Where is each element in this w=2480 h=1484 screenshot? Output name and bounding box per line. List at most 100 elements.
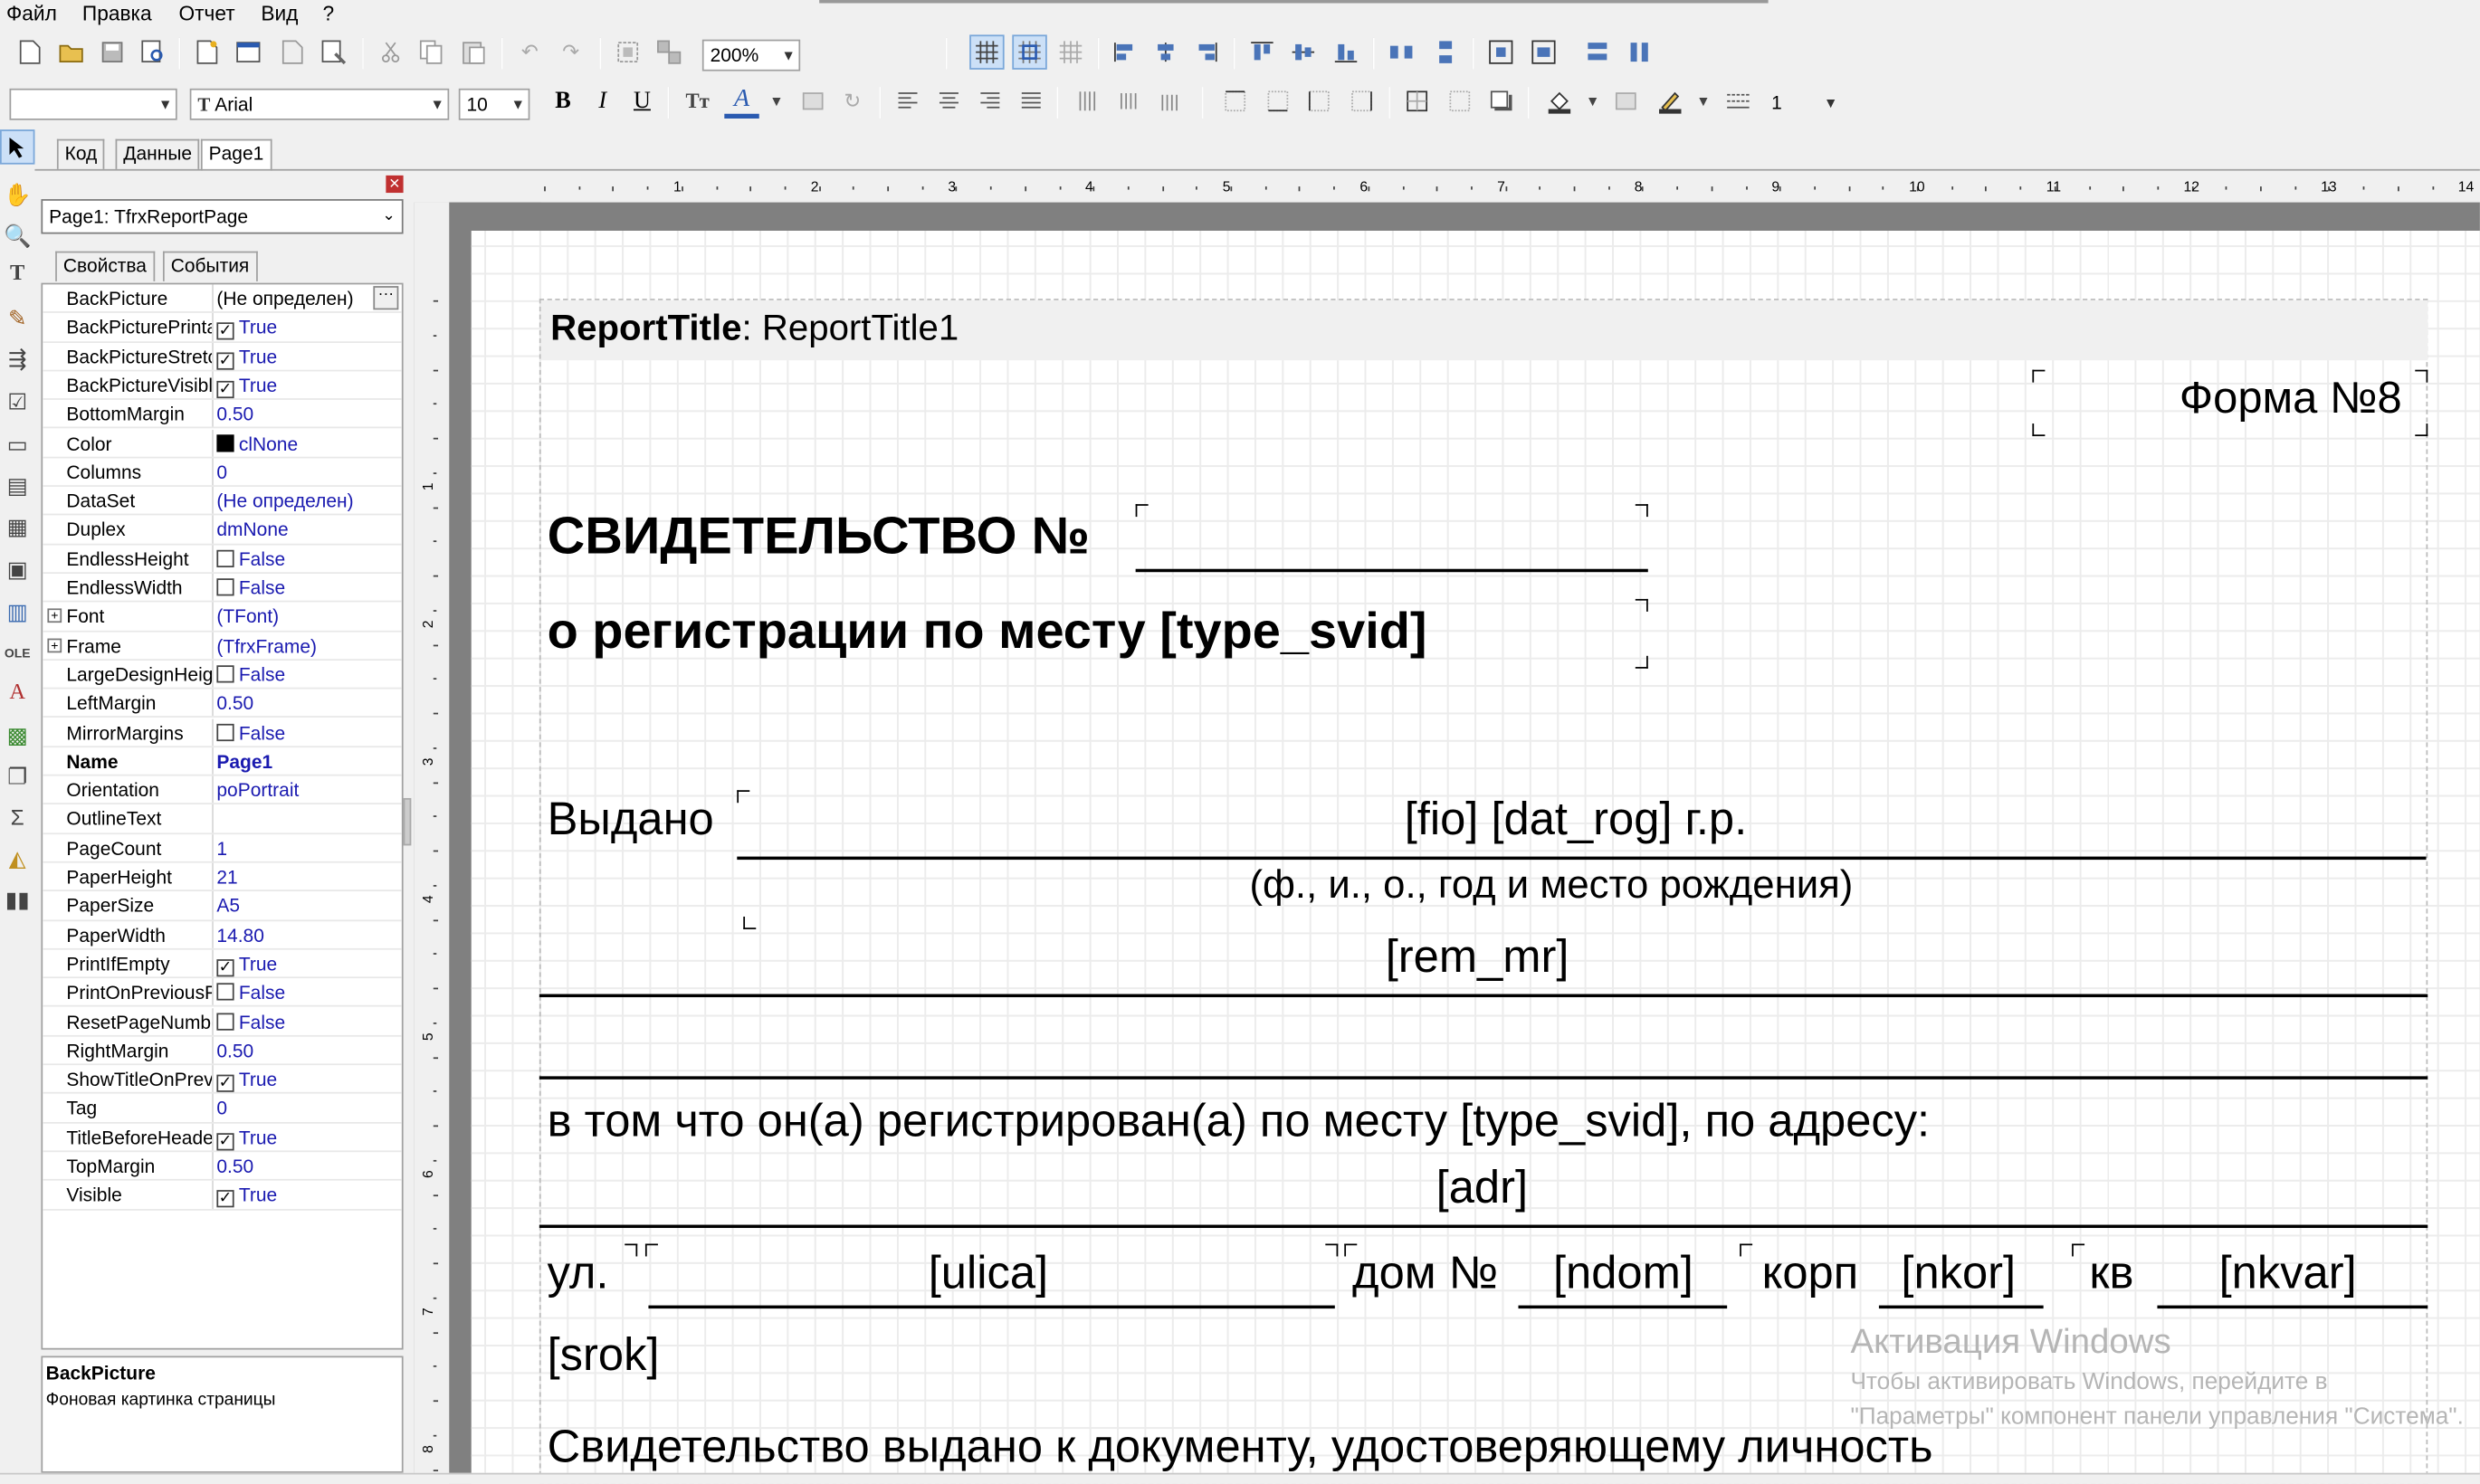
font-size-select[interactable]: 10 ▼ <box>458 88 530 120</box>
frame-style-icon[interactable] <box>1721 84 1755 119</box>
property-value[interactable]: ✓ True <box>216 346 277 369</box>
property-value[interactable]: Page1 <box>216 750 272 772</box>
valign-top-icon[interactable] <box>1071 84 1105 119</box>
certificate-title[interactable]: СВИДЕТЕЛЬСТВО № <box>548 506 1090 566</box>
checkbox-checked-icon[interactable]: ✓ <box>216 322 234 341</box>
frame-bottom-icon[interactable] <box>1261 84 1295 119</box>
space-vertical-icon[interactable] <box>1428 34 1463 69</box>
property-value[interactable]: False <box>216 982 285 1004</box>
property-row[interactable]: EndlessWidth False <box>43 573 402 603</box>
property-row[interactable]: Duplex dmNone <box>43 516 402 545</box>
delete-page-icon[interactable] <box>275 34 310 69</box>
property-value[interactable]: False <box>216 1011 285 1032</box>
property-row[interactable]: BackPicture (Не определен) ··· <box>43 284 402 314</box>
band-header[interactable]: ReportTitle: ReportTitle1 <box>540 300 2428 361</box>
issued-label[interactable]: Выдано <box>548 794 714 847</box>
property-value[interactable]: poPortrait <box>216 779 299 801</box>
street-field[interactable]: [ulica] <box>929 1249 1048 1301</box>
undo-icon[interactable]: ↶ <box>512 34 547 69</box>
checkbox-icon[interactable] <box>216 665 234 683</box>
certificate-subtitle[interactable]: о регистрации по месту [type_svid] <box>548 602 1427 661</box>
tab-events[interactable]: События <box>162 251 258 281</box>
fit-to-grid-icon[interactable] <box>1054 34 1088 69</box>
new-report-icon[interactable] <box>13 34 47 69</box>
frame-color-icon[interactable] <box>1653 84 1687 119</box>
text-justify-icon[interactable] <box>1014 84 1048 119</box>
property-row[interactable]: Tag 0 <box>43 1094 402 1124</box>
property-row[interactable]: MirrorMargins False <box>43 718 402 747</box>
menu-help[interactable]: ? <box>322 2 334 25</box>
property-row[interactable]: ShowTitleOnPreviousPage✓True <box>43 1065 402 1095</box>
property-row[interactable]: PaperWidth 14.80 <box>43 920 402 950</box>
property-row[interactable]: PrintOnPreviousPage False <box>43 978 402 1008</box>
fio-hint[interactable]: (ф., и., о., год и место рождения) <box>1249 863 1853 909</box>
menu-file[interactable]: Файл <box>6 2 57 25</box>
same-width-icon[interactable] <box>1580 34 1615 69</box>
form-number[interactable]: Форма №8 <box>2180 373 2402 423</box>
ole-tool-icon[interactable]: OLE <box>0 635 34 670</box>
tab-properties[interactable]: Свойства <box>55 251 155 281</box>
font-name-select[interactable]: T Arial ▼ <box>189 88 450 120</box>
property-value[interactable]: ✓ True <box>216 1127 277 1150</box>
fill-style-icon[interactable] <box>1608 84 1643 119</box>
property-row[interactable]: Color clNone <box>43 429 402 459</box>
property-row[interactable]: Visible ✓ True <box>43 1181 402 1211</box>
property-row[interactable]: LargeDesignHeight False <box>43 660 402 690</box>
checkbox-checked-icon[interactable]: ✓ <box>216 1132 234 1150</box>
property-row[interactable]: TitleBeforeHeader ✓ True <box>43 1123 402 1153</box>
property-row[interactable]: PaperSize A5 <box>43 891 402 921</box>
property-row[interactable]: BackPicturePrintable✓True <box>43 313 402 343</box>
checkbox-icon[interactable] <box>216 983 234 1001</box>
property-value[interactable]: (Не определен) <box>216 490 353 512</box>
redo-icon[interactable]: ↷ <box>554 34 588 69</box>
property-row[interactable]: DataSet (Не определен) <box>43 487 402 517</box>
street-label[interactable]: ул. <box>548 1249 609 1301</box>
property-value[interactable]: 0 <box>216 1098 227 1119</box>
menu-edit[interactable]: Правка <box>82 2 152 25</box>
cut-icon[interactable] <box>373 34 407 69</box>
property-row[interactable]: PaperHeight 21 <box>43 862 402 892</box>
property-row[interactable]: EndlessHeight False <box>43 544 402 574</box>
align-middle-icon[interactable] <box>1286 34 1321 69</box>
property-row[interactable]: Name Page1 <box>43 747 402 776</box>
frame-width-select[interactable]: 1 ▼ <box>1765 89 1841 120</box>
property-value[interactable]: 14.80 <box>216 924 263 946</box>
style-select[interactable]: ▼ <box>9 88 177 120</box>
property-row[interactable]: + Frame (TfrxFrame) <box>43 631 402 661</box>
rich-text-tool-icon[interactable]: A <box>0 677 34 711</box>
paste-icon[interactable] <box>455 34 490 69</box>
same-height-icon[interactable] <box>1623 34 1657 69</box>
select-tool-icon[interactable] <box>0 129 35 165</box>
property-row[interactable]: ResetPageNumbers False <box>43 1007 402 1037</box>
hand-tool-icon[interactable]: ✋ <box>0 177 34 212</box>
house-field[interactable]: [ndom] <box>1553 1249 1693 1301</box>
barcode-tool-icon[interactable]: ▮▮ <box>0 882 34 917</box>
frame-none-icon[interactable] <box>1443 84 1477 119</box>
valign-bottom-icon[interactable] <box>1153 84 1188 119</box>
checkbox-checked-icon[interactable]: ✓ <box>216 351 234 369</box>
expand-icon[interactable]: + <box>47 608 62 623</box>
align-bottom-icon[interactable] <box>1329 34 1363 69</box>
shapes-tool-icon[interactable]: ◭ <box>0 841 34 875</box>
address-field[interactable]: [adr] <box>1436 1163 1528 1215</box>
checkbox-checked-icon[interactable]: ✓ <box>216 1074 234 1092</box>
property-row[interactable]: BottomMargin 0.50 <box>43 400 402 430</box>
subreport-tool-icon[interactable]: ▤ <box>0 468 34 502</box>
splitter-handle[interactable] <box>403 797 412 846</box>
font-settings-icon[interactable]: Tᴛ <box>680 84 714 119</box>
show-grid-icon[interactable] <box>969 34 1005 70</box>
property-value[interactable]: 1 <box>216 837 227 859</box>
rotation-icon[interactable]: ↻ <box>835 84 870 119</box>
format-painter-icon[interactable]: ✎ <box>0 300 34 335</box>
band-tool-icon[interactable]: ⇶ <box>0 341 34 376</box>
copy-icon[interactable] <box>415 34 449 69</box>
zoom-tool-icon[interactable]: 🔍 <box>0 218 34 252</box>
srok-field[interactable]: [srok] <box>548 1331 660 1384</box>
checkbox-checked-icon[interactable]: ✓ <box>216 380 234 398</box>
property-value[interactable]: 0.50 <box>216 404 253 425</box>
property-row[interactable]: BackPictureStretched✓True <box>43 342 402 372</box>
frame-right-icon[interactable] <box>1344 84 1378 119</box>
valign-middle-icon[interactable] <box>1111 84 1146 119</box>
property-row[interactable]: OutlineText <box>43 804 402 834</box>
rem-mr-field[interactable]: [rem_mr] <box>1386 932 1569 985</box>
